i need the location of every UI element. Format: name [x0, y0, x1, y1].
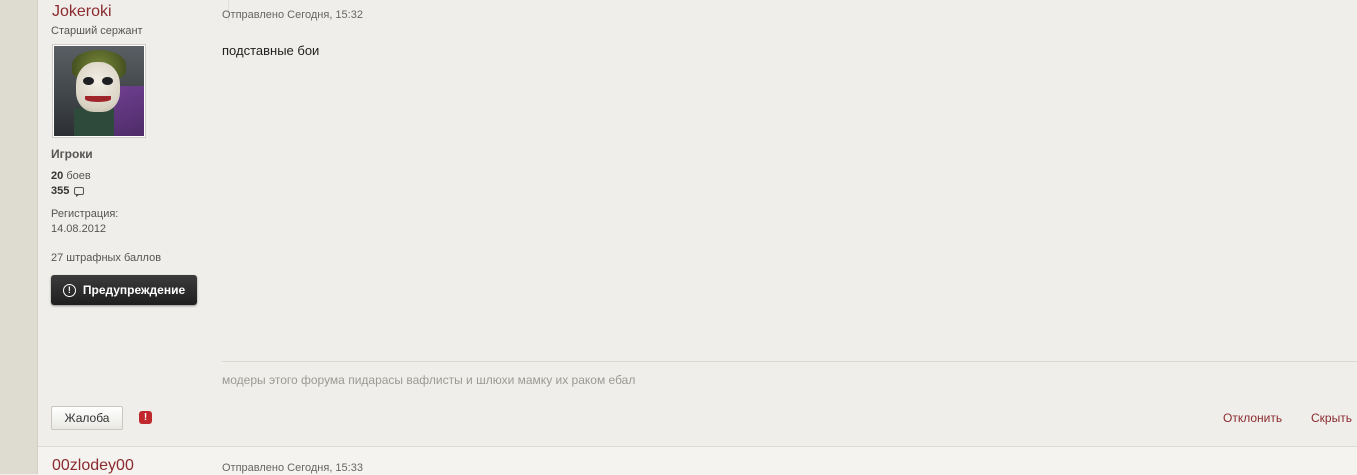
- forum-post: Jokeroki Старший сержант Игроки 20 боев …: [38, 0, 1357, 446]
- registration-date: 14.08.2012: [51, 223, 107, 235]
- registration-info: Регистрация: 14.08.2012: [51, 207, 118, 237]
- registration-label: Регистрация:: [51, 208, 119, 220]
- warn-button-label: Предупреждение: [82, 283, 186, 297]
- battles-stat: 20 боев: [51, 169, 91, 184]
- post-timestamp: Отправлено Сегодня, 15:32: [222, 9, 363, 21]
- author-group: Игроки: [51, 147, 93, 161]
- author-rank: Старший сержант: [51, 25, 143, 37]
- report-button[interactable]: Жалоба: [51, 406, 123, 430]
- posts-count: 355: [51, 185, 70, 197]
- left-page-strip: [0, 0, 38, 474]
- signature-divider: [222, 361, 1357, 362]
- penalty-points: 27 штрафных баллов: [51, 252, 162, 264]
- post-body: подставные бои: [222, 43, 320, 58]
- avatar-image: [54, 46, 144, 136]
- hide-link[interactable]: Скрыть: [1311, 411, 1352, 425]
- battles-count: 20: [51, 170, 64, 182]
- warn-button[interactable]: ! Предупреждение: [51, 275, 197, 305]
- comment-bubble-icon: [74, 187, 85, 197]
- post-author-link[interactable]: Jokeroki: [52, 3, 112, 21]
- report-alert-icon[interactable]: !: [139, 411, 152, 424]
- exclamation-circle-icon: !: [62, 283, 76, 297]
- next-forum-post: 00zlodey00 Отправлено Сегодня, 15:33: [38, 446, 1357, 475]
- battles-label: боев: [66, 170, 91, 182]
- author-stats: 20 боев 355: [51, 169, 91, 199]
- reject-link[interactable]: Отклонить: [1223, 411, 1282, 425]
- avatar[interactable]: [52, 44, 146, 138]
- post-signature: модеры этого форума пидарасы вафлисты и …: [222, 373, 636, 387]
- next-post-timestamp: Отправлено Сегодня, 15:33: [222, 462, 363, 474]
- posts-stat: 355: [51, 184, 91, 199]
- next-post-author-link[interactable]: 00zlodey00: [52, 457, 134, 475]
